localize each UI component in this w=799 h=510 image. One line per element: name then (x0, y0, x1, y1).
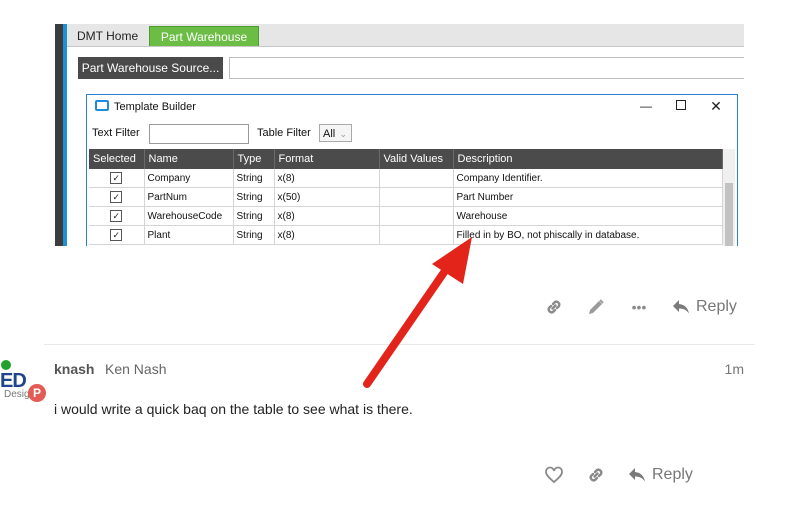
red-arrow-annotation (363, 237, 472, 388)
